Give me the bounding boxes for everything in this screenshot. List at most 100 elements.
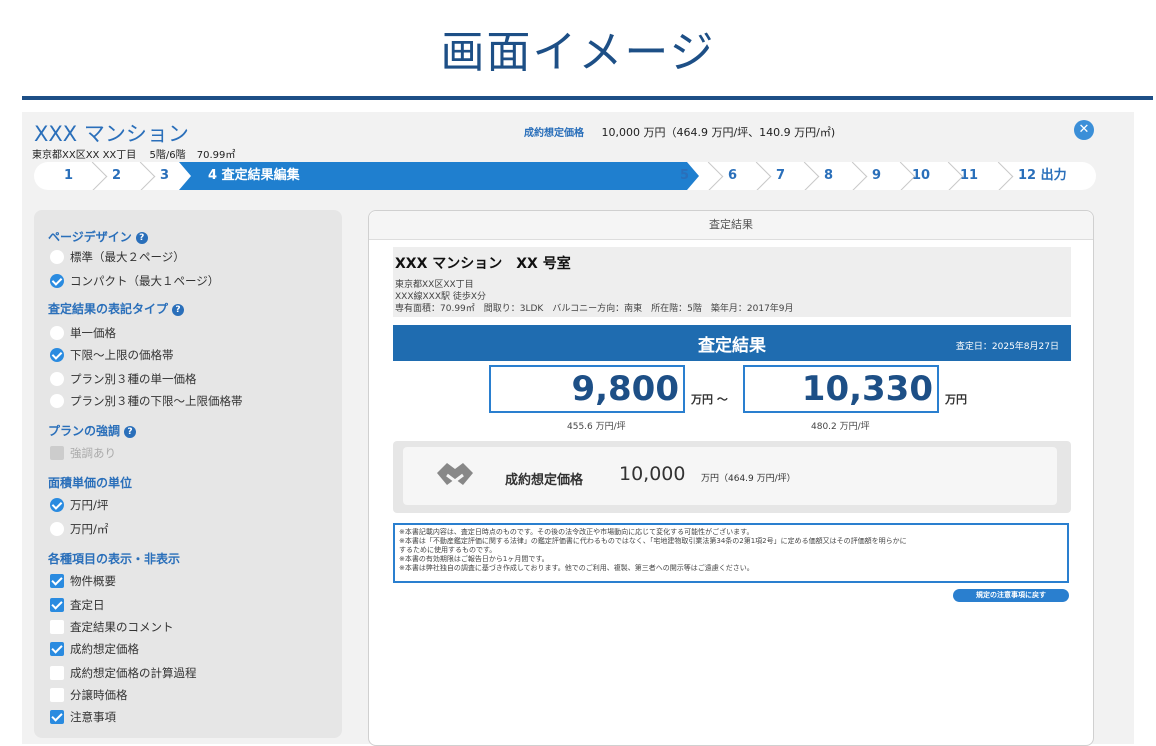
- price-high: 10,330: [801, 369, 933, 409]
- option-label: プラン別３種の下限～上限価格帯: [70, 394, 243, 408]
- contract-price-box: 成約想定価格 10,000 万円（464.9 万円/坪）: [393, 441, 1071, 513]
- radio-price-range[interactable]: 下限～上限の価格帯: [50, 346, 174, 364]
- contract-price-value: 10,000: [619, 463, 686, 485]
- note-line: ※本書記載内容は、査定日時点のものです。その後の法令改正や市場動向に応じて変化す…: [399, 528, 754, 536]
- checkbox-calc-process[interactable]: 成約想定価格の計算過程: [50, 664, 197, 682]
- property-address: 東京都XX区XX XX丁目: [32, 150, 137, 161]
- radio-single-price[interactable]: 単一価格: [50, 324, 116, 342]
- note-line: するために使用するものです。: [399, 546, 497, 554]
- option-label: 査定日: [70, 598, 105, 612]
- property-summary: 東京都XX区XX XX丁目 5階/6階 70.99㎡: [32, 146, 235, 161]
- settings-sidebar: ページデザイン? 標準（最大２ページ） コンパクト（最大１ページ） 査定結果の表…: [34, 210, 342, 738]
- section-title: 各種項目の表示・非表示: [48, 552, 181, 566]
- price-low-box[interactable]: 9,800: [489, 365, 685, 413]
- option-label: 注意事項: [70, 710, 116, 724]
- price-low: 9,800: [571, 369, 679, 409]
- help-icon[interactable]: ?: [135, 232, 148, 244]
- step-8[interactable]: 8: [824, 162, 833, 190]
- checkbox-indicator: [50, 620, 64, 634]
- step-3[interactable]: 3: [160, 162, 169, 190]
- header-price-value: 10,000 万円（464.9 万円/坪、140.9 万円/㎡): [601, 126, 836, 139]
- close-icon: ✕: [1078, 122, 1090, 137]
- checkbox-indicator: [50, 666, 64, 680]
- radio-indicator: [50, 394, 64, 408]
- checkbox-property-overview[interactable]: 物件概要: [50, 572, 116, 590]
- option-label: 査定結果のコメント: [70, 620, 174, 634]
- help-icon[interactable]: ?: [124, 426, 137, 438]
- header-price-label: 成約想定価格: [524, 128, 584, 139]
- step-12[interactable]: 12 出力: [1018, 162, 1067, 190]
- checkbox-notes[interactable]: 注意事項: [50, 708, 116, 726]
- section-page-design: ページデザイン?: [48, 228, 148, 245]
- unit-high: 万円: [945, 393, 967, 406]
- option-label: 下限～上限の価格帯: [70, 348, 174, 362]
- radio-indicator: [50, 326, 64, 340]
- note-line: ※本書は弊社独自の調査に基づき作成しております。他でのご利用、複製、第三者への開…: [399, 564, 754, 572]
- note-line: ※本書の有効期限はご報告日から1ヶ月間です。: [399, 555, 549, 563]
- radio-indicator: [50, 372, 64, 386]
- radio-per-tsubo[interactable]: 万円/坪: [50, 496, 108, 514]
- checkbox-indicator: [50, 688, 64, 702]
- contract-price-label: 成約想定価格: [505, 473, 584, 488]
- section-title: プランの強調: [48, 424, 121, 438]
- radio-standard[interactable]: 標準（最大２ページ）: [50, 248, 185, 266]
- option-label: 単一価格: [70, 326, 116, 340]
- option-label: 万円/坪: [70, 498, 109, 512]
- checkbox-indicator: [50, 446, 64, 460]
- checkbox-assessment-date[interactable]: 査定日: [50, 596, 105, 614]
- property-floor: 5階/6階: [149, 150, 186, 161]
- option-label: 成約想定価格の計算過程: [70, 666, 197, 680]
- step-7[interactable]: 7: [776, 162, 785, 190]
- step-5[interactable]: 5: [680, 162, 689, 190]
- section-area-unit: 面積単価の単位: [48, 474, 132, 491]
- checkbox-contract-price[interactable]: 成約想定価格: [50, 640, 139, 658]
- option-label: 分譲時価格: [70, 688, 128, 702]
- radio-compact[interactable]: コンパクト（最大１ページ）: [50, 272, 219, 290]
- result-preview: 査定結果 XXX マンション XX 号室 東京都XX区XX丁目 XXX線XXX駅…: [368, 210, 1094, 746]
- slide-title: 画面イメージ: [440, 27, 716, 78]
- help-icon[interactable]: ?: [172, 304, 185, 316]
- close-button[interactable]: ✕: [1074, 120, 1094, 140]
- header-price: 成約想定価格 10,000 万円（464.9 万円/坪、140.9 万円/㎡): [524, 124, 835, 140]
- checkbox-result-comment[interactable]: 査定結果のコメント: [50, 618, 174, 636]
- chevron-right-icon: [933, 162, 964, 190]
- room-title: XXX マンション XX 号室: [395, 256, 571, 272]
- radio-plan-range[interactable]: プラン別３種の下限～上限価格帯: [50, 392, 243, 410]
- section-title: 面積単価の単位: [48, 476, 133, 490]
- handshake-icon: [437, 463, 473, 485]
- section-title: 査定結果の表記タイプ: [48, 302, 169, 316]
- step-11[interactable]: 11: [960, 162, 978, 190]
- checkbox-sale-price[interactable]: 分譲時価格: [50, 686, 128, 704]
- radio-per-sqm[interactable]: 万円/㎡: [50, 520, 108, 538]
- step-1[interactable]: 1: [64, 162, 73, 190]
- chevron-right-icon: [693, 162, 724, 190]
- step-9[interactable]: 9: [872, 162, 881, 190]
- property-area: 70.99㎡: [196, 150, 236, 161]
- step-6[interactable]: 6: [728, 162, 737, 190]
- notes-textarea[interactable]: ※本書記載内容は、査定日時点のものです。その後の法令改正や市場動向に応じて変化す…: [393, 523, 1069, 583]
- section-plan-emphasis: プランの強調?: [48, 422, 137, 439]
- checkbox-checked-icon: [50, 574, 64, 588]
- chevron-right-icon: [837, 162, 868, 190]
- chevron-right-icon: [125, 162, 156, 190]
- step-4[interactable]: 4 査定結果編集: [208, 162, 300, 190]
- step-2[interactable]: 2: [112, 162, 121, 190]
- assessment-date: 査定日：2025年8月27日: [955, 342, 1059, 352]
- option-label: プラン別３種の単一価格: [70, 372, 197, 386]
- price-high-box[interactable]: 10,330: [743, 365, 939, 413]
- radio-plan-single[interactable]: プラン別３種の単一価格: [50, 370, 197, 388]
- checkbox-checked-icon: [50, 642, 64, 656]
- radio-indicator: [50, 250, 64, 264]
- step-10[interactable]: 10: [912, 162, 930, 190]
- contract-price-sub: 万円（464.9 万円/坪）: [701, 474, 796, 484]
- reset-notes-button[interactable]: 規定の注意事項に戻す: [953, 589, 1069, 602]
- radio-checked-icon: [50, 498, 64, 512]
- checkbox-emphasis[interactable]: 強調あり: [50, 444, 116, 462]
- option-label: 万円/㎡: [70, 522, 109, 536]
- chevron-right-icon: [77, 162, 108, 190]
- result-bar: 査定結果 査定日：2025年8月27日: [393, 325, 1071, 361]
- chevron-right-icon: [741, 162, 772, 190]
- chevron-right-icon: [885, 162, 916, 190]
- chevron-right-icon: [789, 162, 820, 190]
- checkbox-checked-icon: [50, 598, 64, 612]
